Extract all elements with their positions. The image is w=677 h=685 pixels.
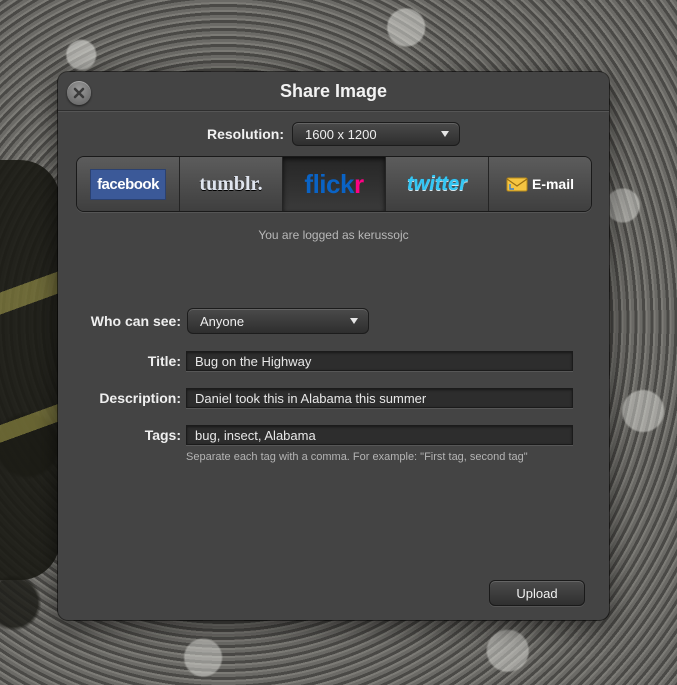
dialog-title: Share Image — [279, 81, 388, 101]
flickr-logo-part2: r — [353, 168, 364, 199]
tags-input[interactable] — [186, 425, 573, 445]
resolution-row: Resolution: 1600 x 1200 — [58, 122, 609, 146]
login-status: You are logged as kerussojc — [258, 228, 409, 242]
chevron-down-icon — [441, 131, 449, 137]
resolution-label: Resolution: — [207, 126, 284, 142]
description-input[interactable] — [186, 388, 573, 408]
dialog-titlebar: Share Image — [58, 72, 609, 111]
facebook-logo: facebook — [90, 168, 166, 200]
service-tumblr[interactable]: tumblr. — [180, 157, 283, 211]
flickr-logo-part1: flick — [304, 168, 354, 199]
service-email[interactable]: E-mail — [489, 157, 591, 211]
resolution-value: 1600 x 1200 — [305, 126, 377, 142]
service-twitter[interactable]: twitter — [386, 157, 489, 211]
who-can-see-value: Anyone — [200, 313, 245, 329]
chevron-down-icon — [350, 318, 358, 324]
tags-label: Tags: — [144, 427, 181, 443]
upload-button[interactable]: Upload — [489, 580, 585, 606]
title-label: Title: — [147, 353, 181, 369]
resolution-select[interactable]: 1600 x 1200 — [292, 122, 460, 146]
description-label: Description: — [99, 390, 181, 406]
service-selector: facebook tumblr. flickr twitter E-mail — [76, 156, 592, 212]
tumblr-logo: tumblr. — [199, 172, 263, 195]
envelope-icon — [506, 177, 528, 191]
service-flickr[interactable]: flickr — [283, 157, 386, 211]
email-logo-wrap: E-mail — [506, 176, 574, 192]
who-can-see-select[interactable]: Anyone — [187, 308, 369, 334]
service-facebook[interactable]: facebook — [77, 157, 180, 211]
twitter-logo: twitter — [407, 172, 467, 195]
bug-photo-detail — [0, 160, 60, 580]
who-can-see-label: Who can see: — [90, 313, 181, 329]
tags-hint: Separate each tag with a comma. For exam… — [186, 451, 528, 463]
title-input[interactable] — [186, 351, 573, 371]
share-image-dialog: Share Image Resolution: 1600 x 1200 face… — [58, 72, 609, 620]
flickr-logo: flickr — [304, 168, 364, 200]
email-label: E-mail — [531, 176, 574, 192]
